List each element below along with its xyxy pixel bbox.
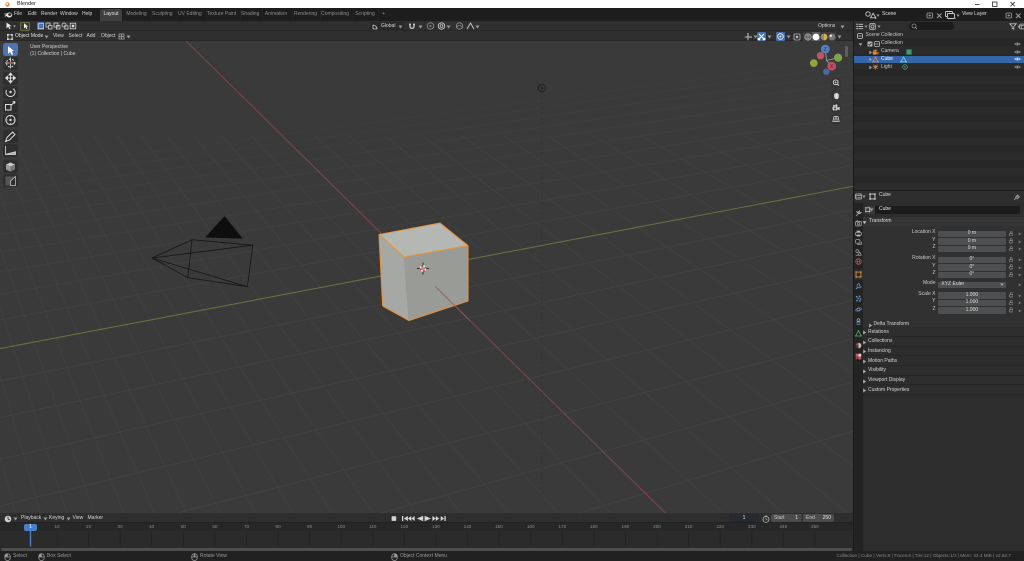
svg-text:Z: Z — [824, 47, 827, 53]
